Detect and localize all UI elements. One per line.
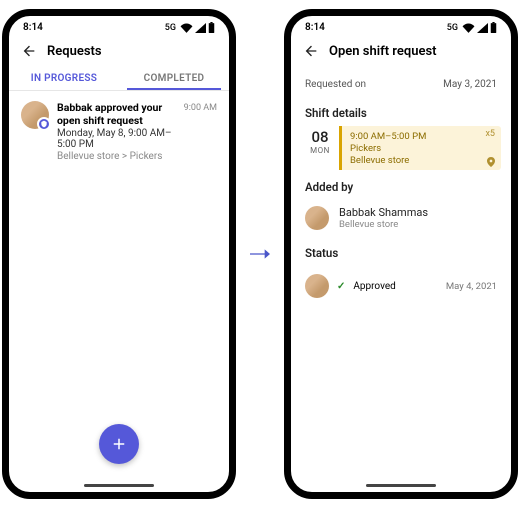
- battery-icon: [490, 22, 497, 33]
- signal-icon: [195, 23, 206, 33]
- plus-icon: [110, 435, 128, 453]
- header: Requests: [9, 35, 229, 65]
- check-icon: ✓: [337, 281, 345, 292]
- avatar: [305, 274, 329, 298]
- shift-day-dow: MON: [301, 146, 339, 155]
- wifi-icon: [462, 23, 475, 33]
- added-by-store: Bellevue store: [339, 219, 428, 230]
- tab-underline: [127, 88, 221, 90]
- status-icons: 5G: [447, 22, 497, 33]
- shift-time: 9:00 AM–5:00 PM: [350, 130, 493, 142]
- network-label: 5G: [447, 23, 458, 33]
- home-indicator: [84, 484, 154, 487]
- request-card[interactable]: Babbak approved your open shift request …: [9, 91, 229, 172]
- card-body: Babbak approved your open shift request …: [57, 101, 176, 162]
- avatar: [21, 101, 49, 129]
- shift-details: 9:00 AM–5:00 PM Pickers Bellevue store x…: [339, 126, 501, 170]
- wifi-icon: [180, 23, 193, 33]
- shift-day-num: 08: [301, 126, 339, 146]
- shift-count: x5: [485, 129, 495, 139]
- clock: 8:14: [23, 22, 43, 33]
- clock: 8:14: [305, 22, 325, 33]
- phone-requests: 8:14 5G Requests IN PROGRESS COMPLETED B…: [2, 9, 236, 499]
- shift-badge-icon: [37, 117, 51, 131]
- status-icons: 5G: [165, 22, 215, 33]
- added-by-row[interactable]: Babbak Shammas Bellevue store: [291, 200, 511, 236]
- section-added-by: Added by: [291, 170, 511, 200]
- shift-meta: x5: [485, 129, 495, 167]
- card-timestamp: 9:00 AM: [184, 101, 217, 162]
- page-title: Requests: [47, 44, 102, 59]
- header: Open shift request: [291, 35, 511, 65]
- battery-icon: [208, 22, 215, 33]
- status-row: ✓ Approved May 4, 2021: [291, 266, 511, 306]
- added-by-name: Babbak Shammas: [339, 206, 428, 219]
- status-date: May 4, 2021: [446, 281, 497, 292]
- home-indicator: [366, 484, 436, 487]
- shift-store: Bellevue store: [350, 154, 493, 166]
- section-shift-details: Shift details: [291, 96, 511, 126]
- tab-completed[interactable]: COMPLETED: [119, 65, 229, 90]
- status-text: Approved: [353, 281, 395, 292]
- network-label: 5G: [165, 23, 176, 33]
- status-bar: 8:14 5G: [291, 16, 511, 35]
- status-bar: 8:14 5G: [9, 16, 229, 35]
- requested-label: Requested on: [305, 79, 366, 90]
- tab-in-progress[interactable]: IN PROGRESS: [9, 65, 119, 90]
- arrow-right-icon: [250, 246, 270, 262]
- tabs: IN PROGRESS COMPLETED: [9, 65, 229, 90]
- shift-date: 08 MON: [301, 126, 339, 170]
- requested-date: May 3, 2021: [443, 79, 497, 90]
- added-by-body: Babbak Shammas Bellevue store: [339, 206, 428, 230]
- location-pin-icon: [487, 157, 495, 167]
- card-title: Babbak approved your open shift request: [57, 101, 176, 127]
- avatar: [305, 206, 329, 230]
- shift-card[interactable]: 08 MON 9:00 AM–5:00 PM Pickers Bellevue …: [301, 126, 501, 170]
- requested-row: Requested on May 3, 2021: [291, 65, 511, 96]
- page-title: Open shift request: [329, 44, 437, 59]
- back-icon[interactable]: [21, 43, 37, 59]
- tab-label: COMPLETED: [144, 73, 205, 84]
- tab-label: IN PROGRESS: [31, 73, 97, 84]
- card-datetime: Monday, May 8, 9:00 AM–5:00 PM: [57, 128, 176, 150]
- signal-icon: [477, 23, 488, 33]
- phone-detail: 8:14 5G Open shift request Requested on …: [284, 9, 518, 499]
- flow-arrow: [250, 246, 270, 262]
- back-icon[interactable]: [303, 43, 319, 59]
- card-breadcrumb: Bellevue store > Pickers: [57, 151, 176, 162]
- shift-group: Pickers: [350, 142, 493, 154]
- section-status: Status: [291, 236, 511, 266]
- add-button[interactable]: [99, 424, 139, 464]
